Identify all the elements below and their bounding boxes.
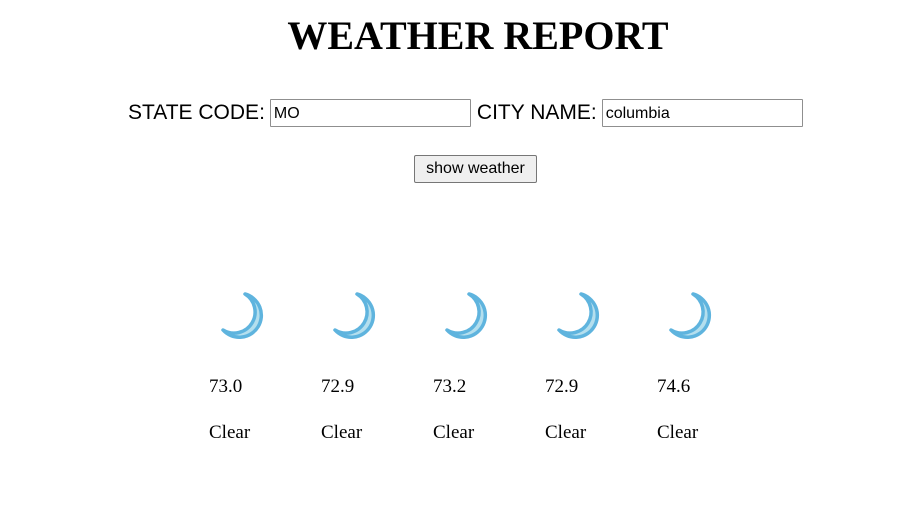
forecast-temperature: 73.0 <box>209 376 243 397</box>
crescent-moon-icon <box>669 292 712 339</box>
page-title: WEATHER REPORT <box>287 13 669 58</box>
crescent-moon-icon <box>333 292 376 339</box>
crescent-moon-icon <box>221 292 264 339</box>
forecast-temperature: 72.9 <box>545 376 579 397</box>
forecast-condition: Clear <box>657 422 699 443</box>
forecast-temperature: 74.6 <box>657 376 691 397</box>
show-weather-button[interactable]: show weather <box>414 155 537 183</box>
crescent-moon-icon <box>445 292 488 339</box>
city-name-input[interactable] <box>601 99 803 127</box>
crescent-moon-icon <box>557 292 600 339</box>
forecast-condition: Clear <box>433 422 475 443</box>
forecast-temperature: 73.2 <box>433 376 467 397</box>
state-code-input[interactable] <box>269 99 471 127</box>
forecast-temperature: 72.9 <box>321 376 355 397</box>
forecast-condition: Clear <box>545 422 587 443</box>
city-name-label: CITY NAME: <box>476 101 597 124</box>
state-code-label: STATE CODE: <box>128 101 265 124</box>
forecast-condition: Clear <box>209 422 251 443</box>
location-form: STATE CODE: CITY NAME: <box>128 98 803 128</box>
forecast-condition: Clear <box>321 422 363 443</box>
